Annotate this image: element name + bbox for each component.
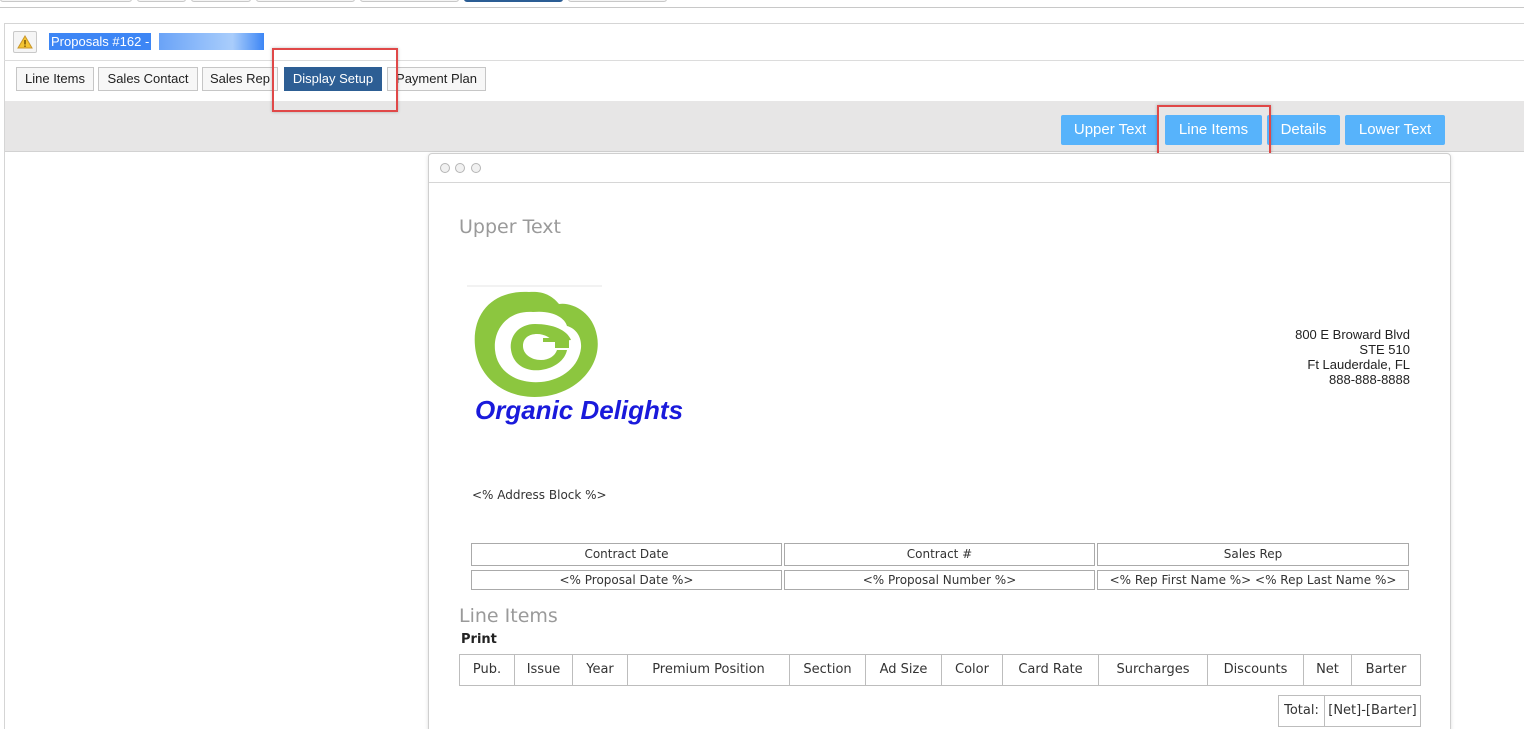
upper-text-button[interactable]: Upper Text	[1061, 115, 1159, 145]
line-items-table: Pub. Issue Year Premium Position Section…	[459, 654, 1421, 686]
print-label: Print	[461, 632, 497, 647]
redacted-title-part	[159, 33, 264, 50]
tab-line-items[interactable]: Line Items	[16, 67, 94, 91]
contract-header-cell: Sales Rep	[1097, 543, 1409, 566]
window-dot-icon	[455, 163, 465, 173]
address-block-placeholder: <% Address Block %>	[472, 488, 607, 502]
preview-titlebar	[429, 154, 1450, 183]
line-items-button[interactable]: Line Items	[1165, 115, 1262, 145]
column-header: Barter	[1365, 662, 1407, 677]
address-line: STE 510	[1359, 342, 1410, 357]
browser-tab[interactable]	[256, 0, 355, 2]
page-title: Proposals #162 -	[49, 33, 152, 50]
address-line: 800 E Broward Blvd	[1295, 327, 1410, 342]
contract-header-cell: Contract Date	[471, 543, 782, 566]
column-header: Section	[790, 655, 866, 685]
address-line: Ft Lauderdale, FL	[1307, 357, 1410, 372]
warning-icon[interactable]	[13, 31, 37, 53]
tab-payment-plan[interactable]: Payment Plan	[387, 67, 486, 91]
company-address: 800 E Broward Blvd STE 510 Ft Lauderdale…	[1295, 327, 1410, 387]
column-header: Surcharges	[1099, 655, 1208, 685]
organic-delights-logo-icon	[467, 285, 602, 397]
column-header: Pub.	[460, 655, 515, 685]
tab-display-setup[interactable]: Display Setup	[284, 67, 382, 91]
total-value: [Net]-[Barter]	[1324, 695, 1421, 727]
browser-tab[interactable]	[0, 0, 132, 2]
column-header: Net	[1304, 655, 1352, 685]
details-button[interactable]: Details	[1267, 115, 1340, 145]
column-header: Premium Position	[628, 655, 790, 685]
browser-tab[interactable]	[360, 0, 459, 2]
line-items-heading: Line Items	[459, 605, 558, 627]
browser-tab[interactable]	[137, 0, 186, 2]
display-setup-toolbar: Upper Text Line Items Details Lower Text	[5, 101, 1524, 152]
column-header: Year	[573, 655, 628, 685]
preview-window: Upper Text Organic Delights 800 E Browar…	[428, 153, 1451, 729]
column-header: Card Rate	[1003, 655, 1099, 685]
tab-sales-rep[interactable]: Sales Rep	[202, 67, 278, 91]
upper-text-heading: Upper Text	[459, 216, 561, 238]
contract-value-cell: <% Proposal Number %>	[784, 570, 1095, 590]
column-header: Issue	[515, 655, 573, 685]
total-label: Total:	[1278, 695, 1325, 727]
browser-tab[interactable]	[568, 0, 667, 2]
browser-tab-strip	[0, 0, 1524, 8]
column-header: Ad Size	[866, 655, 942, 685]
address-line: 888-888-8888	[1329, 372, 1410, 387]
title-row: Proposals #162 -	[4, 24, 1524, 61]
contract-value-cell: <% Rep First Name %> <% Rep Last Name %>	[1097, 570, 1409, 590]
contract-header-cell: Contract #	[784, 543, 1095, 566]
browser-tab[interactable]	[191, 0, 251, 2]
tab-sales-contact[interactable]: Sales Contact	[98, 67, 198, 91]
window-dot-icon	[471, 163, 481, 173]
logo-wordmark: Organic Delights	[475, 395, 684, 425]
column-header: Discounts	[1208, 655, 1304, 685]
column-header: Color	[942, 655, 1003, 685]
lower-text-button[interactable]: Lower Text	[1345, 115, 1445, 145]
contract-value-cell: <% Proposal Date %>	[471, 570, 782, 590]
window-dot-icon	[440, 163, 450, 173]
browser-tab-active[interactable]	[464, 0, 563, 2]
